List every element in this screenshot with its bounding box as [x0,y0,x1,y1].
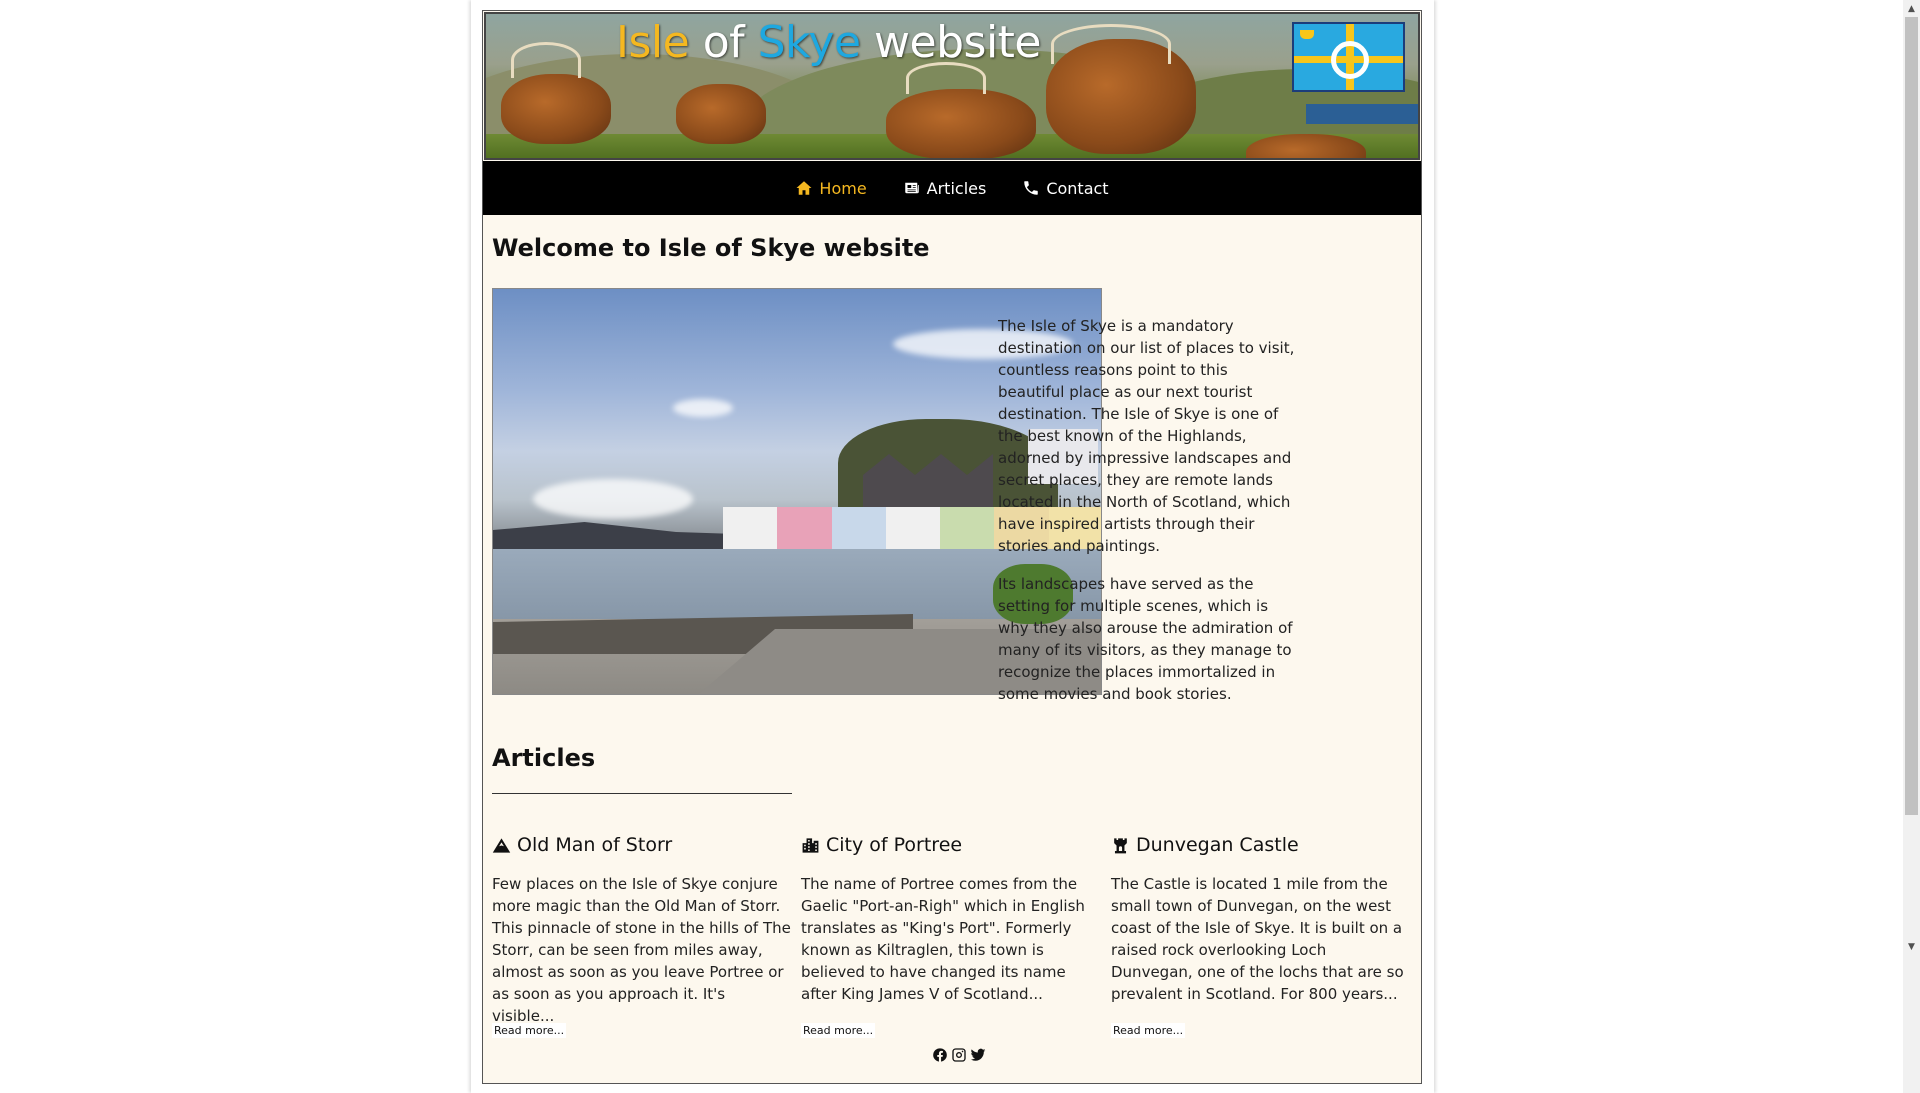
title-website: website [860,17,1041,68]
instagram-icon[interactable] [951,1047,967,1063]
facebook-icon[interactable] [932,1047,948,1063]
header-banner: Isle of Skye website [484,12,1420,160]
read-more-link[interactable]: Read more... [1111,1023,1186,1038]
scroll-down-arrow-icon[interactable]: ▼ [1903,938,1920,955]
social-links [932,1047,986,1063]
home-icon [796,181,812,195]
site-frame: Isle of Skye website Home Articles Conta… [482,10,1422,1084]
main-navigation: Home Articles Contact [483,161,1421,215]
article-title-text: Dunvegan Castle [1136,834,1299,856]
skye-flag-icon [1292,22,1405,92]
city-icon [802,837,819,853]
article-excerpt: The name of Portree comes from the Gaeli… [801,875,1085,1003]
page-title: Welcome to Isle of Skye website [492,234,930,262]
nav-articles-label: Articles [926,178,987,198]
nav-contact-label: Contact [1046,178,1109,198]
article-excerpt: The Castle is located 1 mile from the sm… [1111,875,1404,1003]
article-title[interactable]: City of Portree [801,831,1101,859]
mountain-icon [492,837,511,853]
divider [492,793,792,794]
twitter-icon[interactable] [970,1047,986,1063]
title-skye: Skye [757,17,861,68]
page-container: Isle of Skye website Home Articles Conta… [471,0,1434,1093]
highland-cow [501,74,611,144]
article-title[interactable]: Dunvegan Castle [1111,831,1411,859]
article-card: Old Man of Storr Few places on the Isle … [492,831,792,1038]
site-title: Isle of Skye website [616,17,1042,68]
intro-paragraph: The Isle of Skye is a mandatory destinat… [998,317,1295,555]
scrollbar-thumb[interactable] [1905,17,1918,815]
intro-text: The Isle of Skye is a mandatory destinat… [998,315,1298,721]
nav-home-label: Home [819,178,867,198]
castle-icon [1114,837,1127,853]
highland-cow [676,84,766,144]
article-card: Dunvegan Castle The Castle is located 1 … [1111,831,1411,1038]
read-more-link[interactable]: Read more... [492,1023,567,1038]
nav-contact[interactable]: Contact [1022,178,1109,198]
title-of: of [689,17,758,68]
articles-heading: Articles [492,744,596,772]
article-title-text: City of Portree [826,834,963,856]
vertical-scrollbar[interactable]: ▲ ▼ [1903,0,1920,1093]
newspaper-icon [904,182,919,194]
read-more-link[interactable]: Read more... [801,1023,876,1038]
scroll-up-arrow-icon[interactable]: ▲ [1903,0,1920,17]
article-title[interactable]: Old Man of Storr [492,831,792,859]
intro-paragraph: Its landscapes have served as the settin… [998,575,1293,703]
cow-horns [1051,24,1171,64]
article-excerpt: Few places on the Isle of Skye conjure m… [492,875,791,1025]
nav-home[interactable]: Home [795,178,867,198]
loch-water [1306,104,1418,124]
nav-articles[interactable]: Articles [903,178,987,198]
cow-horns [511,42,581,78]
highland-cow [1246,134,1366,158]
article-title-text: Old Man of Storr [517,834,673,856]
article-card: City of Portree The name of Portree come… [801,831,1101,1038]
highland-cow [886,89,1036,158]
title-isle: Isle [616,17,690,68]
phone-icon [1024,181,1039,195]
